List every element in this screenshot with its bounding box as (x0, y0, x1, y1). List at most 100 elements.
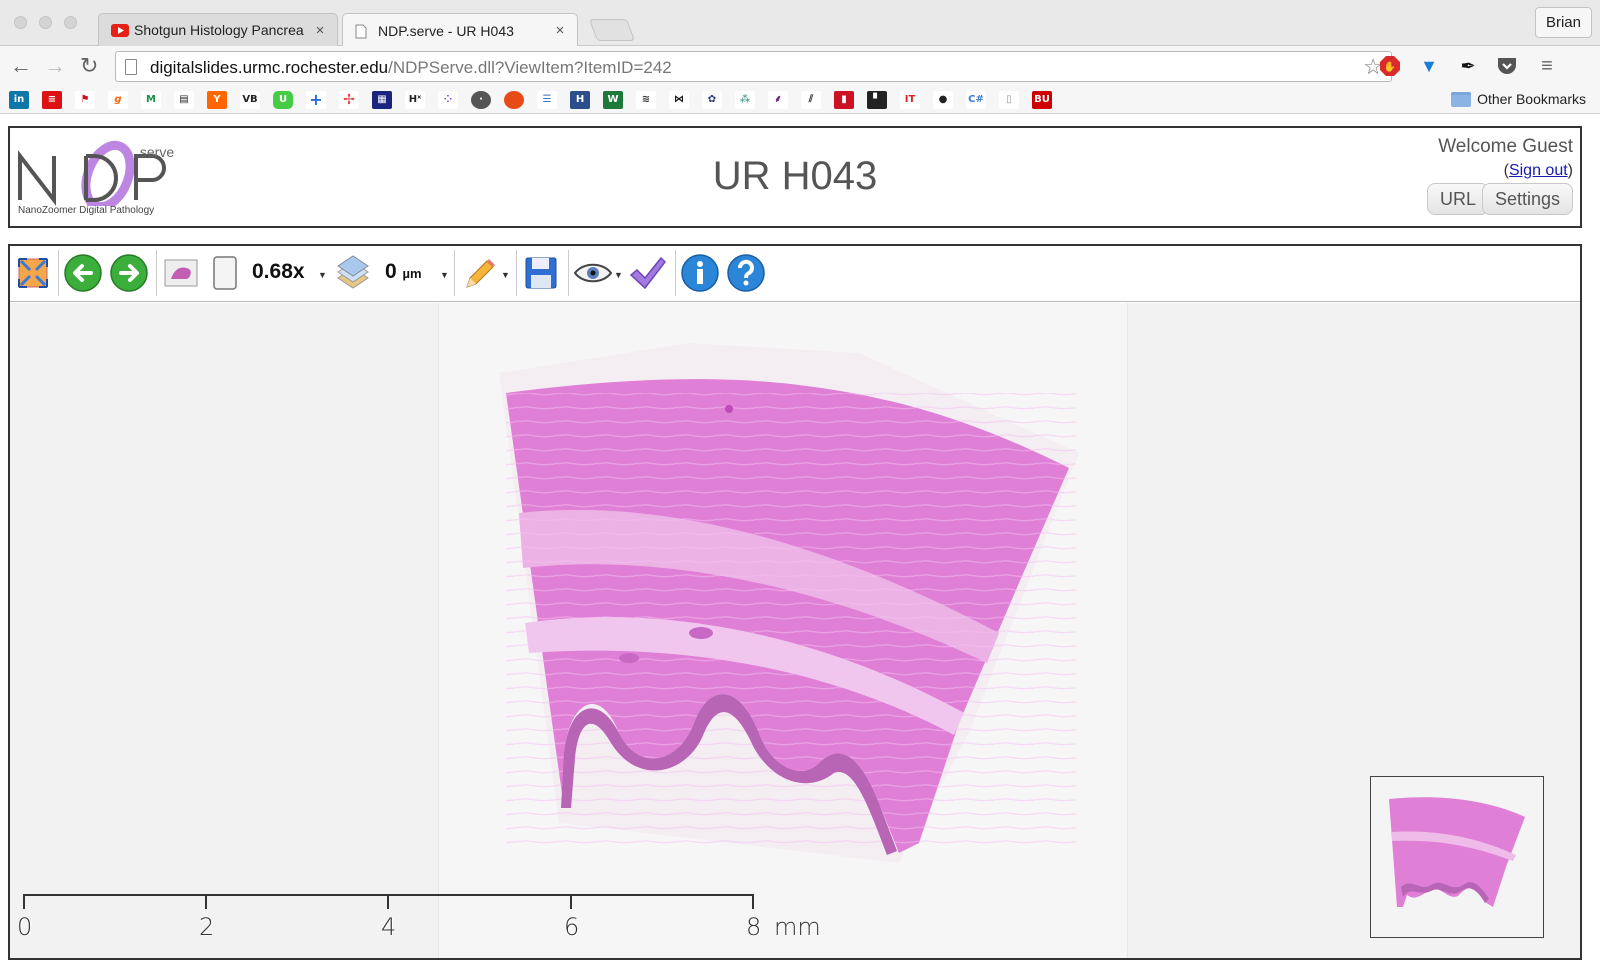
scale-label-8: 8 (746, 913, 762, 941)
reload-icon[interactable]: ↻ (80, 55, 98, 77)
back-arrow-icon[interactable] (62, 252, 104, 294)
database-bookmark-icon[interactable]: ☰ (537, 91, 557, 109)
save-icon[interactable] (520, 252, 562, 294)
checkmark-icon[interactable] (626, 252, 668, 294)
menu-icon[interactable]: ≡ (1536, 55, 1558, 77)
close-window-button[interactable] (14, 16, 27, 29)
linkedin-bookmark-icon[interactable]: in (9, 91, 29, 109)
blank-page-bookmark-icon[interactable]: ▯ (999, 91, 1019, 109)
zoom-level[interactable]: 0.68x (252, 260, 305, 284)
m-bookmark-icon[interactable]: M (141, 91, 161, 109)
news-bookmark-icon[interactable]: ▤ (174, 91, 194, 109)
it-bookmark-icon[interactable]: IT (900, 91, 920, 109)
other-bookmarks-label: Other Bookmarks (1477, 91, 1586, 107)
bars-bookmark-icon[interactable]: ▮ (834, 91, 854, 109)
toolbar-divider (516, 250, 517, 296)
dark-bookmark-icon[interactable]: ▘ (867, 91, 887, 109)
stripes-bookmark-icon[interactable]: ≋ (636, 91, 656, 109)
slide-area[interactable] (438, 303, 1128, 958)
red-bookmark-icon[interactable]: ≡ (42, 91, 62, 109)
logo-subtitle: NanoZoomer Digital Pathology (18, 205, 155, 216)
flower-bookmark-icon[interactable]: ✿ (702, 91, 722, 109)
slide-label-icon[interactable] (204, 252, 246, 294)
feather-bookmark-icon[interactable]: ⸙ (768, 91, 788, 109)
signout-link[interactable]: Sign out (1509, 162, 1568, 179)
annotate-dropdown-icon[interactable]: ▼ (501, 270, 510, 280)
viewer-toolbar: 0.68x ▼ 0 µm ▼ ▼ ▼ (10, 246, 1580, 302)
zoom-dropdown-icon[interactable]: ▼ (318, 270, 327, 280)
profile-button[interactable]: Brian (1534, 7, 1592, 38)
github-bookmark-icon[interactable]: ● (933, 91, 953, 109)
slide-canvas[interactable]: 0 2 4 6 8 mm (10, 303, 1580, 958)
bookmarks-bar: in ≡ ⚑ g M ▤ Y VB U + ✢ ▦ Hˣ ⁘ · ☰ H W ≋… (0, 86, 1600, 114)
chart-bookmark-icon[interactable]: W (603, 91, 623, 109)
pen-extension-icon[interactable]: ✒ (1457, 55, 1479, 77)
scale-label-2: 2 (199, 913, 215, 941)
bu-bookmark-icon[interactable]: BU (1032, 91, 1052, 109)
grid-bookmark-icon[interactable]: ▦ (372, 91, 392, 109)
focus-unit: µm (402, 266, 422, 281)
focus-layers-icon[interactable] (332, 252, 374, 294)
plus-bookmark-icon[interactable]: + (306, 91, 326, 109)
pinwheel-bookmark-icon[interactable]: ✢ (339, 91, 359, 109)
h-bookmark-icon[interactable]: H (570, 91, 590, 109)
close-tab-icon[interactable]: × (313, 22, 327, 39)
tab-title: Shotgun Histology Pancrea (134, 22, 304, 38)
bow-bookmark-icon[interactable]: ⋈ (669, 91, 689, 109)
help-icon[interactable] (725, 252, 767, 294)
toolbar-divider (675, 250, 676, 296)
fit-to-screen-icon[interactable] (12, 252, 54, 294)
url-button[interactable]: URL (1426, 183, 1489, 215)
forward-arrow-icon[interactable] (108, 252, 150, 294)
tab-shotgun-histology[interactable]: Shotgun Histology Pancrea × (98, 13, 338, 46)
back-arrow-icon[interactable]: ← (10, 55, 32, 77)
tab-ndp-serve[interactable]: NDP.serve - UR H043 × (342, 13, 578, 47)
minimize-window-button[interactable] (39, 16, 52, 29)
settings-button[interactable]: Settings (1481, 183, 1573, 215)
g-bookmark-icon[interactable]: g (108, 91, 128, 109)
toolbar-divider (58, 250, 59, 296)
view-dropdown-icon[interactable]: ▼ (614, 270, 623, 280)
adblock-icon[interactable]: ✋ (1379, 55, 1401, 77)
page-icon (355, 24, 373, 39)
toolbar-divider (156, 250, 157, 296)
slide-overview-thumbnail[interactable] (1370, 776, 1544, 938)
welcome-text: Welcome Guest (1438, 136, 1573, 157)
page-info-icon[interactable] (125, 59, 137, 75)
signout-close-paren: ) (1567, 162, 1573, 179)
app-bookmark-icon[interactable]: · (471, 91, 491, 109)
address-bar[interactable]: digitalslides.urmc.rochester.edu/NDPServ… (115, 51, 1392, 82)
pencil-annotate-icon[interactable] (458, 252, 500, 294)
boa-bookmark-icon[interactable]: ⚑ (75, 91, 95, 109)
tomato-bookmark-icon[interactable] (504, 91, 524, 109)
tab-title: NDP.serve - UR H043 (378, 22, 514, 39)
u-bookmark-icon[interactable]: U (273, 91, 293, 109)
forward-arrow-icon[interactable]: → (44, 55, 66, 77)
pocket-icon[interactable] (1496, 55, 1518, 77)
hackernews-bookmark-icon[interactable]: Y (207, 91, 227, 109)
overview-tissue-image (1389, 797, 1525, 907)
dots-bookmark-icon[interactable]: ⁘ (438, 91, 458, 109)
lines-bookmark-icon[interactable]: ⫽ (801, 91, 821, 109)
info-icon[interactable] (679, 252, 721, 294)
scale-ruler (23, 894, 754, 909)
new-tab-button[interactable] (588, 19, 636, 41)
csharp-bookmark-icon[interactable]: C# (966, 91, 986, 109)
browser-toolbar: ← → ↻ digitalslides.urmc.rochester.edu/N… (0, 46, 1600, 86)
eye-view-icon[interactable] (572, 252, 614, 294)
slide-macro-icon[interactable] (160, 252, 202, 294)
scale-label-6: 6 (564, 913, 580, 941)
url-text[interactable]: digitalslides.urmc.rochester.edu/NDPServ… (150, 58, 672, 78)
other-bookmarks-folder[interactable]: Other Bookmarks (1451, 91, 1586, 107)
vpn-extension-icon[interactable]: ▼ (1418, 55, 1440, 77)
network-bookmark-icon[interactable]: ⁂ (735, 91, 755, 109)
hx-bookmark-icon[interactable]: Hˣ (405, 91, 425, 109)
vb-bookmark-icon[interactable]: VB (240, 91, 260, 109)
signout-line: (Sign out) (1504, 162, 1573, 180)
focus-dropdown-icon[interactable]: ▼ (440, 270, 449, 280)
close-tab-icon[interactable]: × (553, 22, 567, 39)
focus-value[interactable]: 0 µm (385, 260, 422, 284)
maximize-window-button[interactable] (64, 16, 77, 29)
scale-unit: mm (774, 913, 821, 941)
browser-tab-strip: Shotgun Histology Pancrea × NDP.serve - … (0, 0, 1600, 47)
